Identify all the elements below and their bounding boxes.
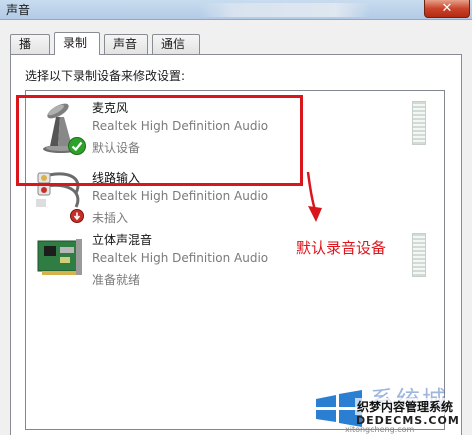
- device-description: Realtek High Definition Audio: [92, 119, 269, 133]
- watermark-small: xitongcheng.com: [345, 425, 415, 434]
- arrow-icon: [306, 171, 322, 222]
- instruction-label: 选择以下录制设备来修改设置:: [25, 69, 186, 83]
- device-status: 默认设备: [92, 141, 141, 155]
- device-name: 线路输入: [92, 171, 141, 185]
- device-item-microphone[interactable]: 麦克风 Realtek High Definition Audio 默认设备: [26, 95, 446, 159]
- device-status: 未插入: [92, 211, 129, 225]
- default-check-icon: [68, 137, 86, 155]
- tab-sounds[interactable]: 声音: [104, 34, 148, 54]
- unplugged-icon: [70, 209, 84, 223]
- device-description: Realtek High Definition Audio: [92, 189, 269, 203]
- device-name: 立体声混音: [92, 233, 153, 247]
- window-title: 声音: [6, 3, 31, 17]
- tab-recording[interactable]: 录制: [54, 32, 100, 55]
- tab-communications[interactable]: 通信: [152, 34, 200, 54]
- device-description: Realtek High Definition Audio: [92, 251, 269, 265]
- annotation-label: 默认录音设备: [296, 239, 387, 257]
- close-button[interactable]: ✕: [424, 0, 470, 18]
- title-bar: 声音 ✕: [0, 0, 472, 20]
- level-meter: [412, 101, 426, 145]
- watermark-site: 织梦内容管理系统: [355, 398, 456, 415]
- title-blur-region: [200, 3, 370, 17]
- device-status: 准备就绪: [92, 273, 141, 287]
- device-name: 麦克风: [92, 101, 129, 115]
- sound-card-icon: [36, 231, 86, 287]
- tab-playback[interactable]: 播放: [10, 34, 50, 69]
- device-item-line-in[interactable]: 线路输入 Realtek High Definition Audio 未插入: [26, 165, 446, 229]
- recording-panel: 选择以下录制设备来修改设置: 麦克风 Realtek High Definiti…: [10, 54, 462, 435]
- device-list[interactable]: 麦克风 Realtek High Definition Audio 默认设备 线…: [25, 90, 445, 430]
- sound-dialog: 播放 录制 声音 通信 选择以下录制设备来修改设置:: [0, 20, 472, 435]
- level-meter: [412, 233, 426, 277]
